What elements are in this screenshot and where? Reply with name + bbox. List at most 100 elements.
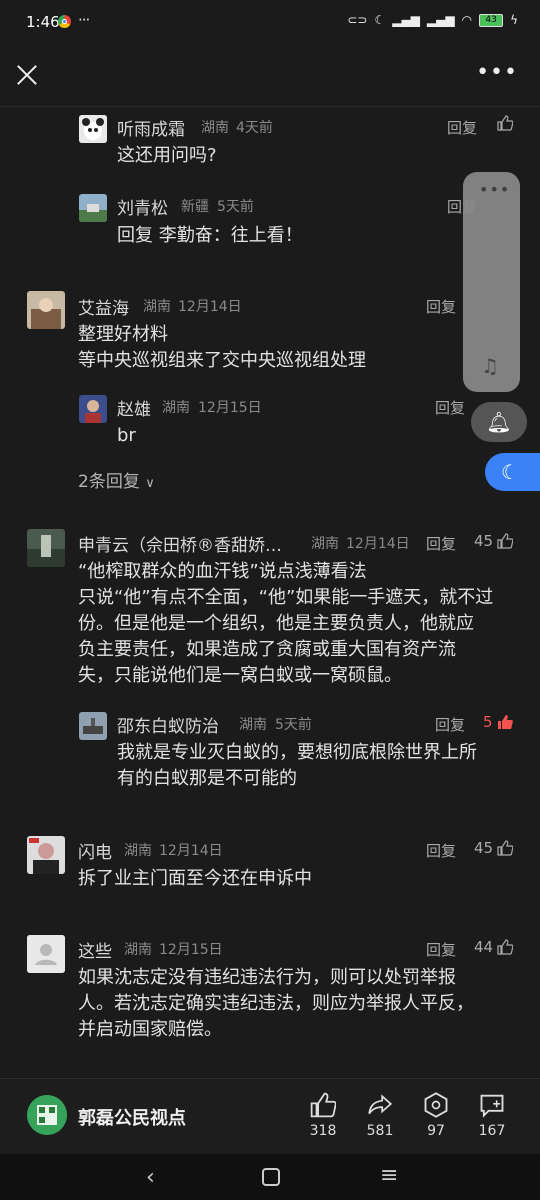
comment-text-line: 有的白蚁那是不可能的 [117, 768, 297, 789]
home-icon[interactable] [262, 1168, 280, 1186]
expand-label: 2条回复 [78, 472, 140, 492]
reply-button[interactable]: 回复 [426, 533, 456, 554]
default-avatar-icon[interactable] [27, 935, 65, 973]
comment-author[interactable]: 刘青松 [117, 194, 168, 219]
comment-time: 5天前 [217, 199, 254, 215]
reply-button[interactable]: 回复 [447, 117, 477, 138]
chrome-icon [58, 15, 71, 28]
bell-icon[interactable]: 🔔︎ [471, 402, 527, 442]
avatar[interactable] [79, 395, 107, 423]
battery-icon: 43 [479, 13, 504, 27]
thumb-up-filled-icon [497, 715, 513, 729]
back-icon[interactable]: ‹ [146, 1165, 155, 1190]
comment-text-line: 份。但是他是一个组织，他是主要负责人，他就应 [78, 613, 474, 634]
reply-button[interactable]: 回复 [435, 714, 465, 735]
comment-text-line: “他榨取群众的血汗钱”说点浅薄看法 [78, 561, 367, 582]
like-button[interactable]: 44 [474, 938, 514, 956]
thumb-up-icon [497, 840, 514, 856]
avatar[interactable] [27, 291, 65, 329]
chevron-down-icon: ∨ [145, 476, 155, 491]
close-icon[interactable] [14, 62, 40, 88]
comment-author[interactable]: 赵雄 [117, 395, 151, 420]
expand-replies-button[interactable]: 2条回复 ∨ [78, 467, 155, 492]
like-button[interactable]: 45 [474, 532, 514, 550]
like-count: 318 [309, 1123, 337, 1139]
status-icons: ⊂⊃ ☾ ▂▄▆ ▂▄▆ ◠ 43 ϟ [347, 13, 518, 27]
like-count: 45 [474, 839, 494, 857]
reply-button[interactable]: 回复 [426, 296, 456, 317]
share-icon [368, 1094, 393, 1115]
comment-author[interactable]: 听雨成霜 [117, 115, 185, 140]
comment-region: 湖南 [143, 299, 171, 315]
comment-region: 湖南 [201, 120, 229, 136]
comment-author[interactable]: 申青云（佘田桥®香甜娇… [78, 531, 282, 556]
comment-region: 湖南 [124, 843, 152, 859]
like-count: 5 [483, 713, 493, 731]
comment-author[interactable]: 艾益海 [78, 294, 129, 319]
avatar[interactable] [79, 115, 107, 143]
comment-time: 12月14日 [159, 843, 223, 859]
comment-region: 湖南 [239, 717, 267, 733]
comment-stat[interactable]: 167 [467, 1090, 517, 1139]
reply-button[interactable]: 回复 [426, 840, 456, 861]
comment-author[interactable]: 邵东白蚁防治 [117, 712, 219, 737]
comment-time: 4天前 [236, 120, 273, 136]
like-stat[interactable]: 318 [298, 1090, 348, 1139]
moon-icon: ☾ [501, 460, 519, 484]
dark-mode-toggle[interactable]: ☾ [485, 453, 540, 491]
avatar[interactable] [27, 529, 65, 567]
comment-region: 湖南 [162, 400, 190, 416]
comment-add-icon [480, 1094, 504, 1118]
comment-text-line: 并启动国家赔偿。 [78, 1019, 222, 1040]
charging-icon: ϟ [510, 13, 518, 27]
reply-button[interactable]: 回复 [426, 939, 456, 960]
status-time: 1:46 [26, 13, 60, 31]
comment-text-line: 人。若沈志定确实违纪违法，则应为举报人平反， [78, 993, 474, 1014]
avatar[interactable] [79, 712, 107, 740]
comment-text: 等中央巡视组来了交中央巡视组处理 [78, 350, 366, 371]
signal2-icon: ▂▄▆ [426, 13, 455, 27]
comment-time: 12月14日 [178, 299, 242, 315]
channel-avatar[interactable] [27, 1095, 67, 1135]
comment-count: 167 [478, 1123, 506, 1139]
floating-panel[interactable]: ••• ♫ [463, 172, 520, 392]
more-options-icon[interactable]: ••• [476, 60, 518, 85]
comment-text: 回复 李勤奋：往上看！ [117, 225, 303, 246]
comment-time: 5天前 [275, 717, 312, 733]
comment-text: 这还用问吗? [117, 145, 217, 166]
thumb-up-icon [497, 115, 513, 131]
comment-region: 新疆 [181, 199, 209, 215]
comment-time: 12月15日 [159, 942, 223, 958]
comment-time: 12月14日 [346, 536, 410, 552]
comment-text: 拆了业主门面至今还在申诉中 [78, 868, 312, 889]
avatar[interactable] [27, 836, 65, 874]
comment-region: 湖南 [124, 942, 152, 958]
comment-text: 整理好材料 [78, 324, 168, 345]
comment-author[interactable]: 这些 [78, 937, 112, 962]
signal-icon: ▂▄▆ [392, 13, 420, 27]
menu-icon[interactable]: ≡ [380, 1163, 398, 1188]
comment-text: br [117, 425, 136, 446]
music-note-icon[interactable]: ♫ [481, 354, 499, 378]
divider [0, 106, 540, 107]
comment-text-line: 我就是专业灭白蚁的，要想彻底根除世界上所 [117, 742, 477, 763]
more-options-icon[interactable]: ••• [479, 180, 510, 199]
share-stat[interactable]: 581 [355, 1090, 405, 1139]
like-button[interactable]: 45 [474, 839, 514, 857]
like-button-liked[interactable]: 5 [483, 713, 513, 731]
link-icon: ⊂⊃ [347, 13, 368, 27]
gift-count: 97 [427, 1123, 445, 1139]
comment-region: 湖南 [311, 536, 339, 552]
thumb-up-icon [497, 533, 514, 549]
thumb-up-icon [310, 1092, 336, 1118]
reply-button[interactable]: 回复 [435, 397, 465, 418]
thumb-up-icon [497, 939, 514, 955]
like-button[interactable] [497, 115, 513, 131]
avatar[interactable] [79, 194, 107, 222]
channel-name[interactable]: 郭磊公民视点 [78, 1104, 186, 1130]
gift-stat[interactable]: 97 [411, 1090, 461, 1139]
comment-text-line: 失，只能说他们是一窝白蚁或一窝硕鼠。 [78, 665, 402, 686]
like-count: 44 [474, 938, 494, 956]
comment-author[interactable]: 闪电 [78, 838, 112, 863]
wifi-icon: ◠ [461, 13, 473, 27]
